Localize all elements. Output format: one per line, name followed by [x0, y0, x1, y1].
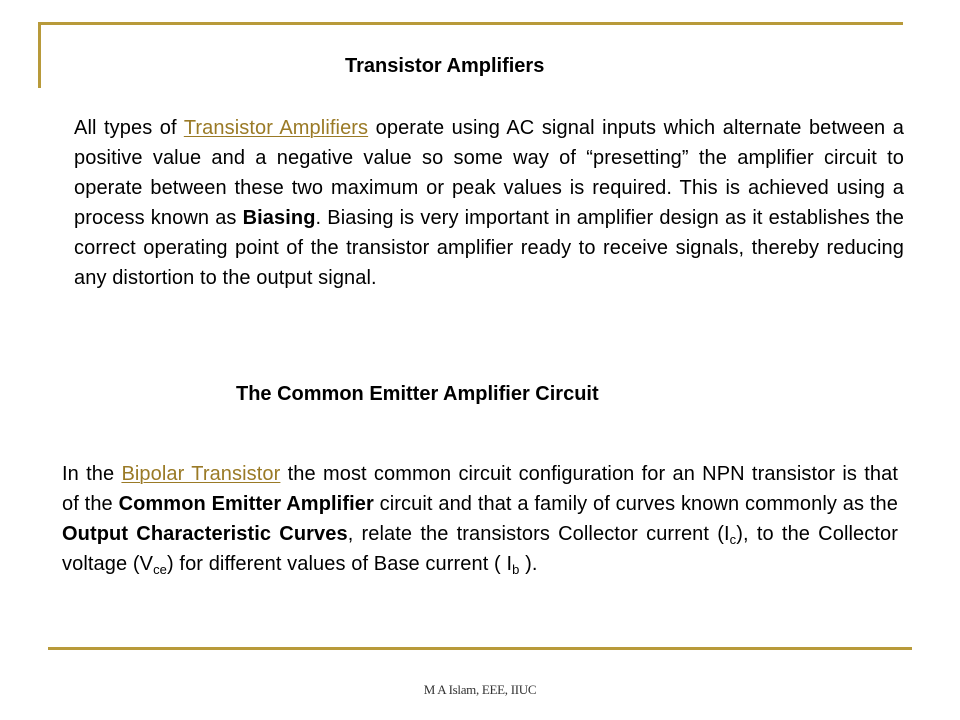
- section-heading: The Common Emitter Amplifier Circuit: [236, 383, 599, 405]
- left-border-rule: [38, 22, 41, 88]
- output-curves-term: Output Characteristic Curves: [62, 523, 348, 545]
- subscript-ce: ce: [153, 562, 167, 577]
- footer-credit: M A Islam, EEE, IIUC: [423, 682, 537, 697]
- text-run: circuit and that a family of curves know…: [373, 493, 898, 515]
- page-title: Transistor Amplifiers: [345, 55, 545, 77]
- top-border-rule: [39, 22, 903, 25]
- text-run: , relate the transistors Collector curre…: [347, 523, 730, 545]
- intro-paragraph: All types of Transistor Amplifiers opera…: [74, 113, 904, 293]
- bipolar-transistor-link[interactable]: Bipolar Transistor: [121, 463, 280, 485]
- text-run: In the: [62, 463, 122, 485]
- common-emitter-term: Common Emitter Amplifier: [118, 493, 374, 515]
- bottom-border-rule: [48, 647, 912, 650]
- text-run: ) for different values of Base current (…: [167, 553, 513, 575]
- common-emitter-paragraph: In the Bipolar Transistor the most commo…: [62, 459, 898, 579]
- biasing-term: Biasing: [242, 207, 316, 229]
- text-run: ).: [519, 553, 538, 575]
- transistor-amplifiers-link[interactable]: Transistor Amplifiers: [184, 117, 368, 139]
- text-run: All types of: [74, 117, 184, 139]
